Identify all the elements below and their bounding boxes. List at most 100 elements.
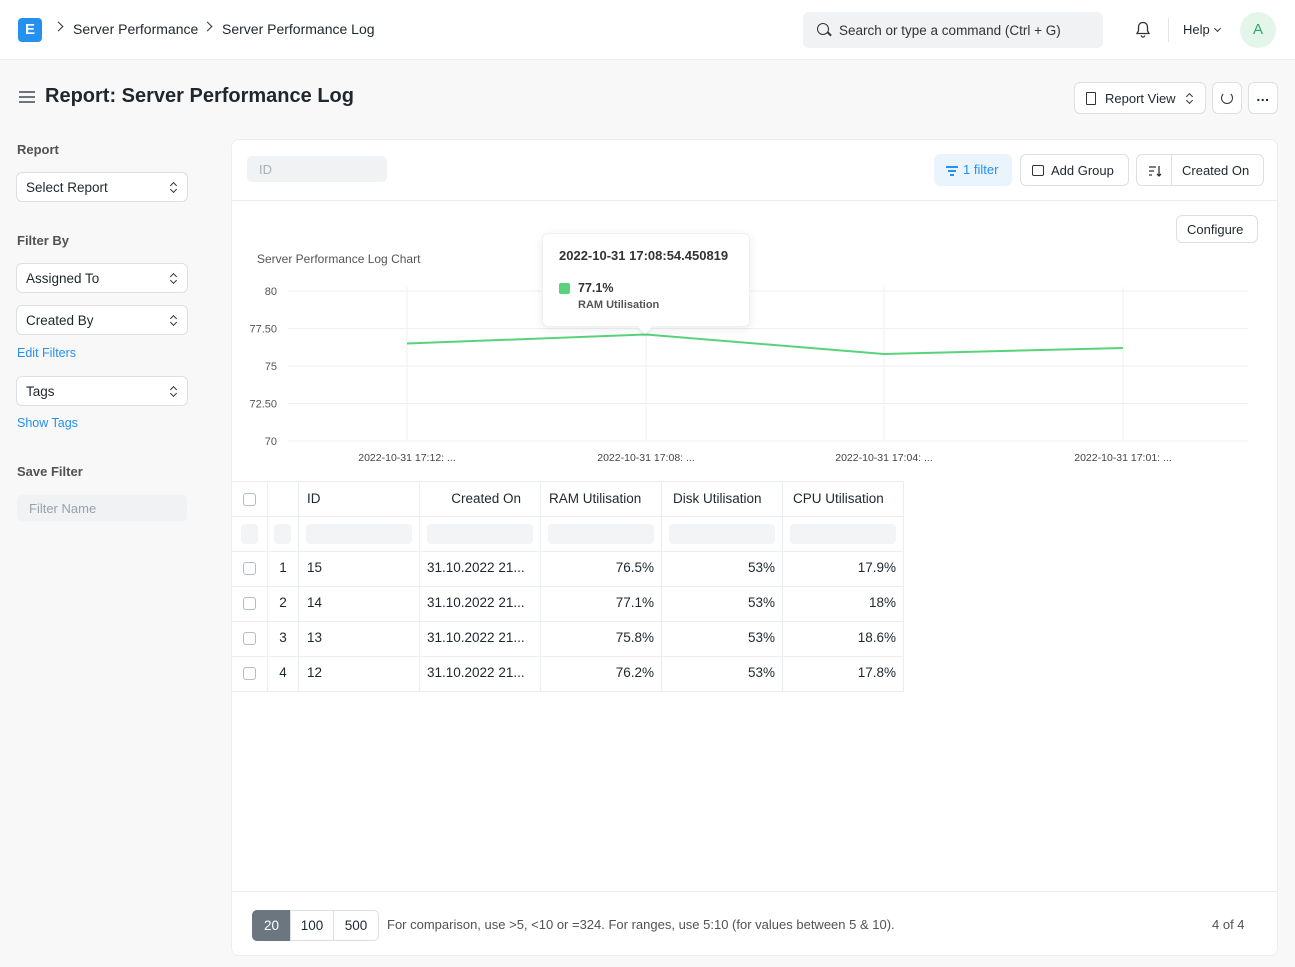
row-number[interactable]: 4	[268, 657, 299, 692]
app-logo[interactable]: E	[18, 18, 42, 42]
filter-name-input[interactable]: Filter Name	[17, 495, 187, 521]
cell-id[interactable]: 14	[299, 587, 420, 622]
y-tick-label: 80	[265, 286, 277, 298]
x-tick-label: 2022-10-31 17:08: ...	[597, 452, 695, 464]
tooltip-value: 77.1%	[578, 281, 614, 295]
edit-filters-link[interactable]: Edit Filters	[17, 346, 76, 360]
save-filter-label: Save Filter	[17, 464, 83, 479]
column-header-created-on[interactable]: Created On	[420, 481, 541, 517]
tags-label: Tags	[26, 384, 55, 399]
chevron-down-icon	[1213, 24, 1222, 33]
cell-cpu-utilisation[interactable]: 17.8%	[783, 657, 904, 692]
filter-count-label: 1 filter	[963, 162, 999, 177]
column-header-id[interactable]: ID	[299, 481, 420, 517]
y-tick-label: 77.50	[249, 324, 277, 336]
configure-label: Configure	[1187, 222, 1244, 237]
cell-ram-utilisation[interactable]: 75.8%	[541, 622, 662, 657]
assigned-to-label: Assigned To	[26, 271, 100, 286]
column-header-ram-utilisation[interactable]: RAM Utilisation	[541, 481, 662, 517]
page-title: Report: Server Performance Log	[45, 85, 354, 107]
disk-column-filter[interactable]	[662, 517, 783, 552]
row-number-header	[268, 481, 299, 517]
cell-disk-utilisation[interactable]: 53%	[662, 657, 783, 692]
refresh-button[interactable]	[1212, 82, 1242, 114]
row-checkbox[interactable]	[243, 632, 256, 645]
select-report-dropdown[interactable]: Select Report	[16, 172, 188, 202]
page-size-20-button[interactable]: 20	[252, 910, 291, 941]
add-group-button[interactable]: Add Group	[1020, 154, 1129, 186]
chart-title: Server Performance Log Chart	[257, 252, 421, 266]
sidebar-toggle-icon[interactable]	[19, 91, 35, 103]
group-icon	[1032, 165, 1044, 176]
cell-cpu-utilisation[interactable]: 18.6%	[783, 622, 904, 657]
row-checkbox[interactable]	[243, 597, 256, 610]
select-all-checkbox[interactable]	[243, 493, 256, 506]
cell-cpu-utilisation[interactable]: 18%	[783, 587, 904, 622]
footer-divider	[232, 891, 1277, 892]
column-header-disk-utilisation[interactable]: Disk Utilisation	[662, 481, 783, 517]
created-by-dropdown[interactable]: Created By	[16, 305, 188, 335]
report-section-label: Report	[17, 142, 59, 157]
tooltip-color-swatch	[559, 283, 570, 294]
row-checkbox[interactable]	[243, 667, 256, 680]
row-select-cell	[232, 587, 268, 622]
sort-field-button[interactable]: Created On	[1171, 154, 1264, 186]
row-number[interactable]: 3	[268, 622, 299, 657]
help-dropdown[interactable]: Help	[1183, 22, 1210, 37]
row-number[interactable]: 1	[268, 552, 299, 587]
x-tick-label: 2022-10-31 17:12: ...	[358, 452, 456, 464]
assigned-to-dropdown[interactable]: Assigned To	[16, 263, 188, 293]
configure-chart-button[interactable]: Configure	[1176, 215, 1258, 243]
document-icon	[1086, 92, 1096, 105]
notification-bell-icon[interactable]	[1135, 21, 1151, 39]
row-select-cell	[232, 552, 268, 587]
report-view-button[interactable]: Report View	[1074, 82, 1206, 114]
search-bar[interactable]: Search or type a command (Ctrl + G)	[803, 12, 1103, 48]
page-size-500-button[interactable]: 500	[333, 910, 379, 941]
refresh-icon	[1221, 92, 1233, 104]
add-group-label: Add Group	[1051, 163, 1114, 178]
id-column-filter[interactable]	[299, 517, 420, 552]
report-view-label: Report View	[1105, 91, 1176, 106]
cell-created-on[interactable]: 31.10.2022 21...	[420, 657, 541, 692]
tags-dropdown[interactable]: Tags	[16, 376, 188, 406]
filter-button[interactable]: 1 filter	[934, 154, 1012, 186]
column-header-cpu-utilisation[interactable]: CPU Utilisation	[783, 481, 904, 517]
cell-created-on[interactable]: 31.10.2022 21...	[420, 622, 541, 657]
user-avatar[interactable]: A	[1240, 12, 1276, 48]
cpu-column-filter[interactable]	[783, 517, 904, 552]
cell-ram-utilisation[interactable]: 76.5%	[541, 552, 662, 587]
cell-created-on[interactable]: 31.10.2022 21...	[420, 587, 541, 622]
x-tick-label: 2022-10-31 17:01: ...	[1074, 452, 1172, 464]
cell-created-on[interactable]: 31.10.2022 21...	[420, 552, 541, 587]
navbar: E Server Performance Server Performance …	[0, 0, 1295, 60]
cell-disk-utilisation[interactable]: 53%	[662, 587, 783, 622]
cell-disk-utilisation[interactable]: 53%	[662, 622, 783, 657]
select-report-label: Select Report	[26, 180, 108, 195]
cell-ram-utilisation[interactable]: 77.1%	[541, 587, 662, 622]
page-size-100-button[interactable]: 100	[290, 910, 334, 941]
sort-field-label: Created On	[1182, 163, 1250, 178]
cell-id[interactable]: 13	[299, 622, 420, 657]
tooltip-series-label: RAM Utilisation	[578, 299, 660, 311]
select-all-cell	[232, 481, 268, 517]
more-options-button[interactable]: ...	[1248, 82, 1278, 114]
search-input[interactable]: Search or type a command (Ctrl + G)	[839, 23, 1061, 38]
cell-id[interactable]: 15	[299, 552, 420, 587]
chevron-right-icon	[202, 21, 213, 32]
ram-column-filter[interactable]	[541, 517, 662, 552]
cell-cpu-utilisation[interactable]: 17.9%	[783, 552, 904, 587]
created-on-column-filter[interactable]	[420, 517, 541, 552]
id-filter-input[interactable]: ID	[247, 156, 387, 182]
cell-id[interactable]: 12	[299, 657, 420, 692]
show-tags-link[interactable]: Show Tags	[17, 416, 78, 430]
cell-disk-utilisation[interactable]: 53%	[662, 552, 783, 587]
sort-order-button[interactable]	[1136, 154, 1172, 186]
row-checkbox[interactable]	[243, 562, 256, 575]
filter-cell	[268, 517, 299, 552]
cell-ram-utilisation[interactable]: 76.2%	[541, 657, 662, 692]
breadcrumb-server-performance-log[interactable]: Server Performance Log	[222, 21, 375, 37]
row-number[interactable]: 2	[268, 587, 299, 622]
breadcrumb-server-performance[interactable]: Server Performance	[73, 21, 198, 37]
navbar-divider	[1168, 18, 1169, 42]
